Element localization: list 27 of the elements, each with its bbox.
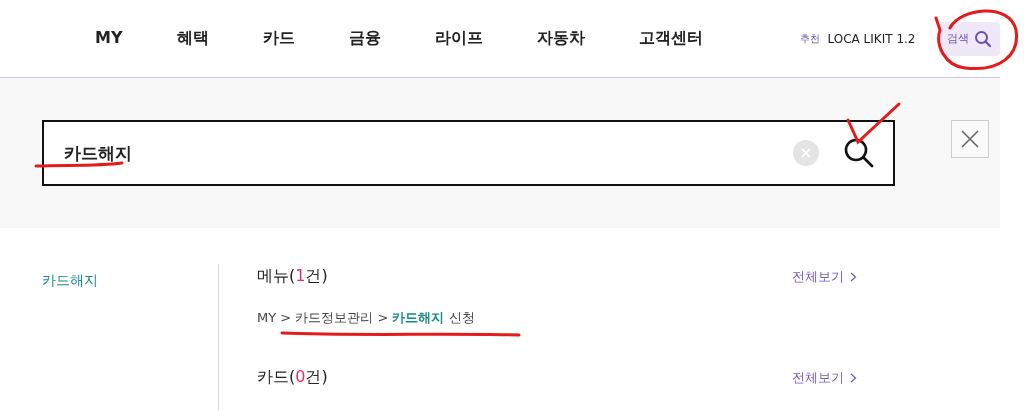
check-annotation	[846, 102, 901, 145]
nav-item[interactable]: 혜택	[159, 28, 226, 49]
search-button[interactable]: 검색	[939, 21, 1000, 56]
nav-item[interactable]: 금융	[331, 28, 398, 49]
search-bar[interactable]: 카드해지	[42, 120, 895, 186]
recommend-tag: 추천	[799, 31, 820, 46]
view-all-link[interactable]: 전체보기	[792, 267, 857, 286]
nav-item[interactable]: 자동차	[519, 28, 602, 49]
close-icon	[961, 130, 979, 148]
view-all-link[interactable]: 전체보기	[792, 368, 857, 387]
chevron-right-icon	[850, 271, 857, 282]
nav-item[interactable]: 라이프	[417, 28, 500, 49]
search-field[interactable]: 카드해지	[62, 142, 793, 164]
nav-item[interactable]: MY	[78, 28, 140, 49]
section-title: 카드(0건)	[257, 367, 328, 388]
search-result-link[interactable]: MY > 카드정보관리 > 카드해지 신청	[257, 309, 857, 327]
section-title: 메뉴(1건)	[257, 266, 328, 287]
search-submit-button[interactable]	[843, 137, 875, 169]
recommend-link[interactable]: LOCA LIKIT 1.2	[827, 31, 916, 46]
chevron-right-icon	[850, 372, 857, 383]
nav-item[interactable]: 고객센터	[621, 28, 720, 49]
search-icon	[843, 137, 875, 169]
nav-item[interactable]: 카드	[245, 28, 312, 49]
search-icon	[974, 29, 992, 48]
close-button[interactable]	[951, 120, 989, 158]
sidebar-item[interactable]: 카드해지	[42, 272, 218, 290]
clear-icon	[801, 148, 811, 158]
